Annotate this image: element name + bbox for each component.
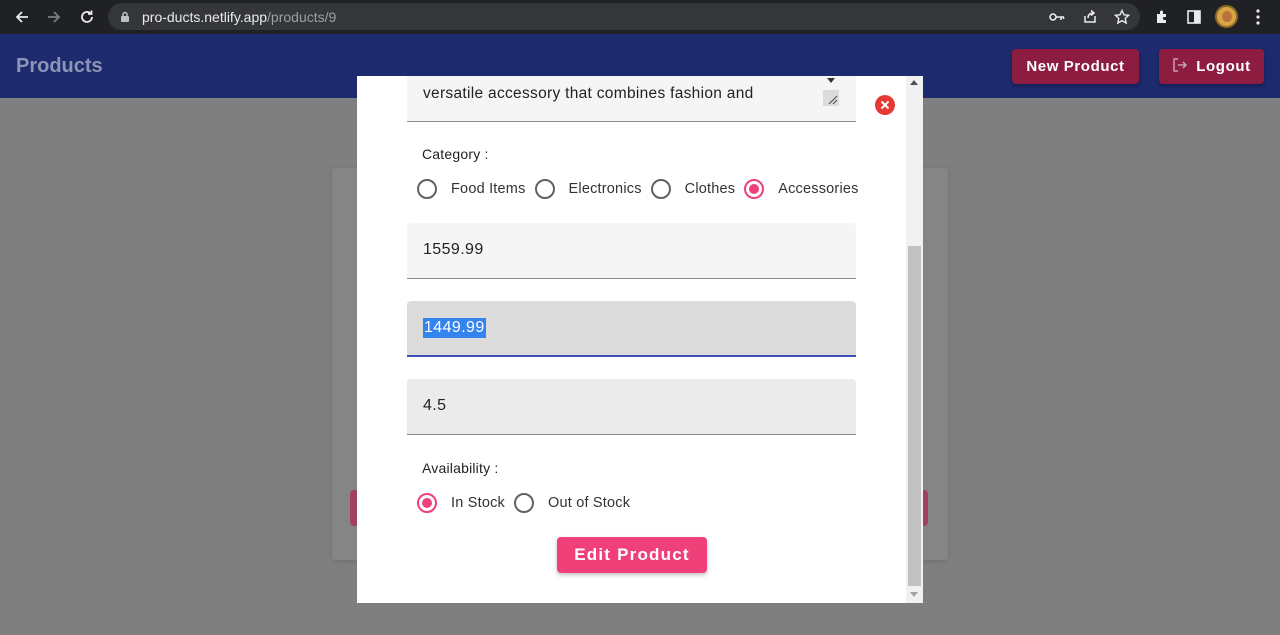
forward-arrow-icon[interactable] (42, 5, 66, 29)
share-icon[interactable] (1081, 8, 1099, 26)
new-product-button[interactable]: New Product (1012, 49, 1139, 84)
radio-food-items[interactable] (417, 179, 437, 199)
logout-label: Logout (1196, 58, 1251, 75)
radio-in-stock[interactable] (417, 493, 437, 513)
category-label: Category : (422, 146, 489, 162)
discount-price-field[interactable]: 1449.99 (407, 301, 856, 357)
reload-icon[interactable] (75, 5, 99, 29)
menu-kebab-icon[interactable] (1246, 5, 1270, 29)
radio-electronics[interactable] (534, 179, 555, 199)
profile-avatar[interactable] (1215, 5, 1238, 28)
radio-label-out-of-stock[interactable]: Out of Stock (548, 495, 630, 511)
radio-out-of-stock[interactable] (514, 493, 534, 513)
resize-handle-icon[interactable] (823, 90, 839, 106)
edit-product-button[interactable]: Edit Product (557, 537, 707, 573)
radio-label-electronics[interactable]: Electronics (569, 181, 642, 197)
star-icon[interactable] (1113, 8, 1131, 26)
logout-icon (1172, 57, 1188, 77)
radio-label-in-stock[interactable]: In Stock (451, 495, 505, 511)
rating-value: 4.5 (423, 397, 447, 414)
availability-label: Availability : (422, 460, 499, 476)
back-arrow-icon[interactable] (10, 5, 34, 29)
price-field[interactable]: 1559.99 (407, 223, 856, 279)
modal-scrollbar-thumb[interactable] (908, 246, 921, 586)
discount-price-value: 1449.99 (423, 318, 486, 338)
key-icon[interactable] (1048, 8, 1066, 26)
side-panel-icon[interactable] (1182, 5, 1206, 29)
scroll-down-arrow-icon[interactable] (910, 592, 918, 597)
price-value: 1559.99 (423, 241, 484, 258)
extensions-icon[interactable] (1150, 5, 1174, 29)
url-text: pro-ducts.netlify.app/products/9 (142, 9, 337, 25)
radio-label-food-items[interactable]: Food Items (451, 181, 526, 197)
description-textarea[interactable]: versatile accessory that combines fashio… (407, 76, 856, 122)
browser-toolbar: pro-ducts.netlify.app/products/9 (0, 0, 1280, 34)
logout-button[interactable]: Logout (1159, 49, 1264, 84)
address-bar[interactable]: pro-ducts.netlify.app/products/9 (108, 3, 1140, 30)
category-radio-group: Food Items Electronics Clothes Accessori… (417, 178, 868, 200)
radio-accessories[interactable] (744, 179, 765, 199)
scroll-up-arrow-icon[interactable] (910, 80, 918, 85)
radio-label-clothes[interactable]: Clothes (685, 181, 736, 197)
radio-label-accessories[interactable]: Accessories (778, 181, 858, 197)
textarea-scroll-arrow[interactable] (827, 78, 835, 83)
availability-radio-group: In Stock Out of Stock (417, 492, 639, 514)
close-icon[interactable] (875, 95, 895, 115)
description-text: versatile accessory that combines fashio… (423, 85, 754, 102)
lock-icon (120, 10, 130, 28)
radio-clothes[interactable] (650, 179, 671, 199)
brand-title[interactable]: Products (16, 55, 103, 78)
rating-field[interactable]: 4.5 (407, 379, 856, 435)
